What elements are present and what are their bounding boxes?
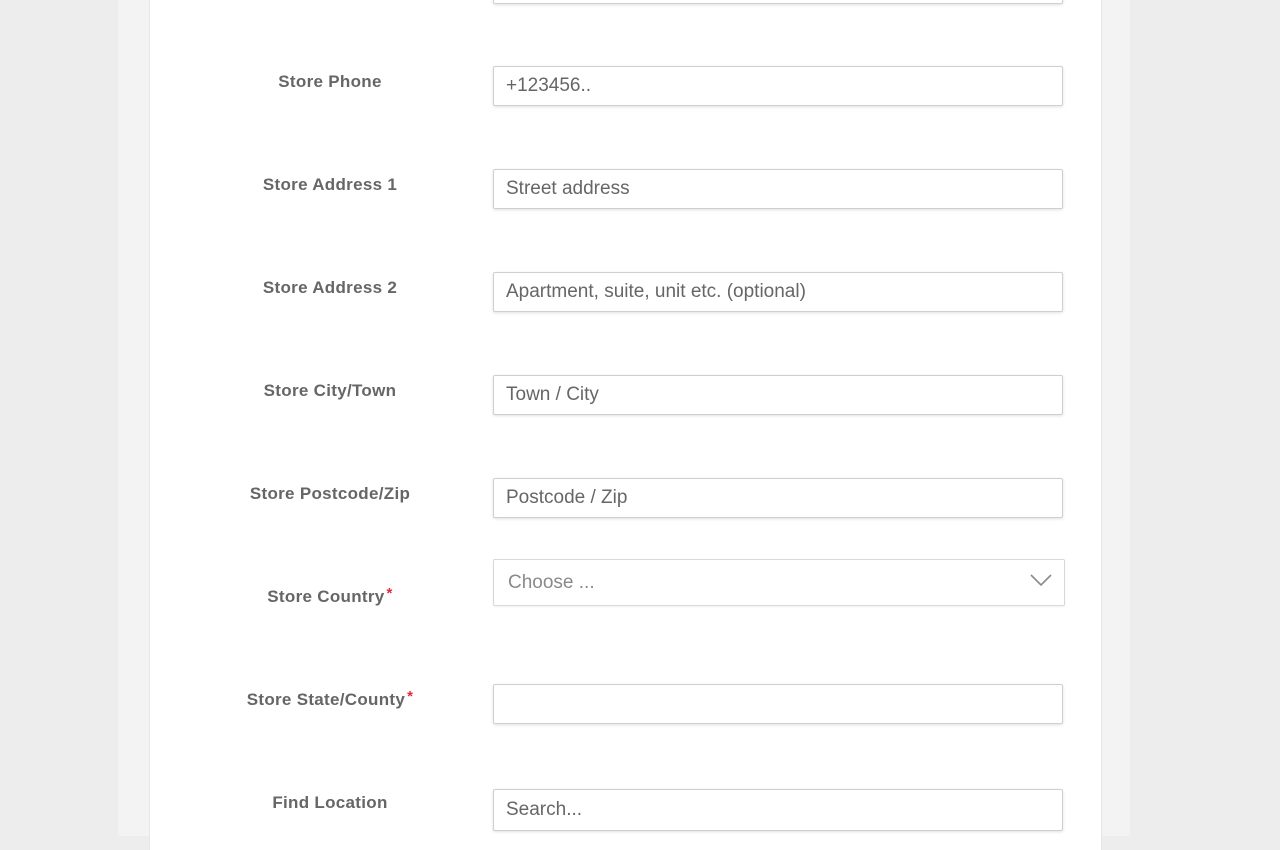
- store-state-label-row: Store State/County *: [150, 688, 510, 710]
- store-postcode-label: Store Postcode/Zip: [249, 484, 411, 503]
- required-marker: *: [386, 585, 393, 602]
- store-address-1-label: Store Address 1: [262, 175, 398, 194]
- store-postcode-input[interactable]: [494, 479, 1062, 517]
- store-country-select[interactable]: Choose ...: [493, 559, 1065, 606]
- store-phone-label: Store Phone: [278, 72, 382, 91]
- store-city-label: Store City/Town: [263, 381, 397, 400]
- store-address-2-input[interactable]: [494, 273, 1062, 311]
- store-address-1-box: [493, 169, 1063, 209]
- store-phone-input[interactable]: [494, 67, 1062, 105]
- find-location-input[interactable]: [494, 790, 1062, 830]
- store-postcode-box: [493, 478, 1063, 518]
- store-city-box: [493, 375, 1063, 415]
- chevron-down-icon: [1030, 574, 1052, 587]
- store-state-input[interactable]: [494, 685, 1062, 723]
- store-city-input[interactable]: [494, 376, 1062, 414]
- store-state-label: Store State/County: [246, 690, 406, 709]
- store-phone-box: [493, 66, 1063, 106]
- find-location-label: Find Location: [272, 793, 388, 812]
- required-marker: *: [407, 688, 414, 705]
- store-address-1-input[interactable]: [494, 170, 1062, 208]
- store-state-box: [493, 684, 1063, 724]
- store-country-selected-value: Choose ...: [508, 572, 595, 593]
- store-address-2-label: Store Address 2: [262, 278, 398, 297]
- previous-field-input-box[interactable]: [493, 0, 1063, 4]
- store-country-label-row: Store Country *: [150, 585, 510, 607]
- store-address-2-box: [493, 272, 1063, 312]
- store-country-label: Store Country: [267, 587, 385, 606]
- find-location-box: [493, 789, 1063, 831]
